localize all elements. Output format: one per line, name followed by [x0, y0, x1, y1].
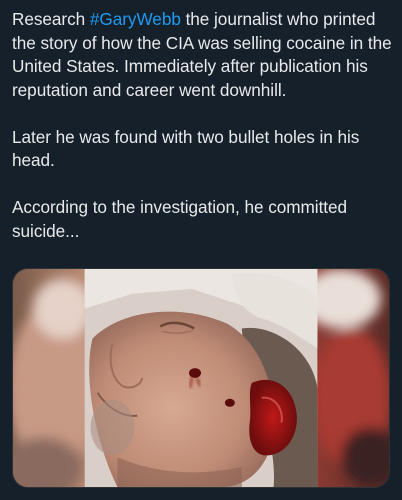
hashtag-link[interactable]: #GaryWebb — [90, 9, 181, 29]
photo-image — [13, 269, 389, 487]
tweet: Research #GaryWebb the journalist who pr… — [0, 0, 402, 500]
tweet-paragraph-1: Research #GaryWebb the journalist who pr… — [12, 8, 392, 102]
tweet-text: Research #GaryWebb the journalist who pr… — [12, 8, 392, 243]
tweet-media-photo[interactable] — [12, 268, 390, 488]
tweet-paragraph-3: According to the investigation, he commi… — [12, 197, 352, 241]
tweet-text-lead: Research — [12, 9, 90, 29]
tweet-paragraph-2: Later he was found with two bullet holes… — [12, 126, 365, 171]
